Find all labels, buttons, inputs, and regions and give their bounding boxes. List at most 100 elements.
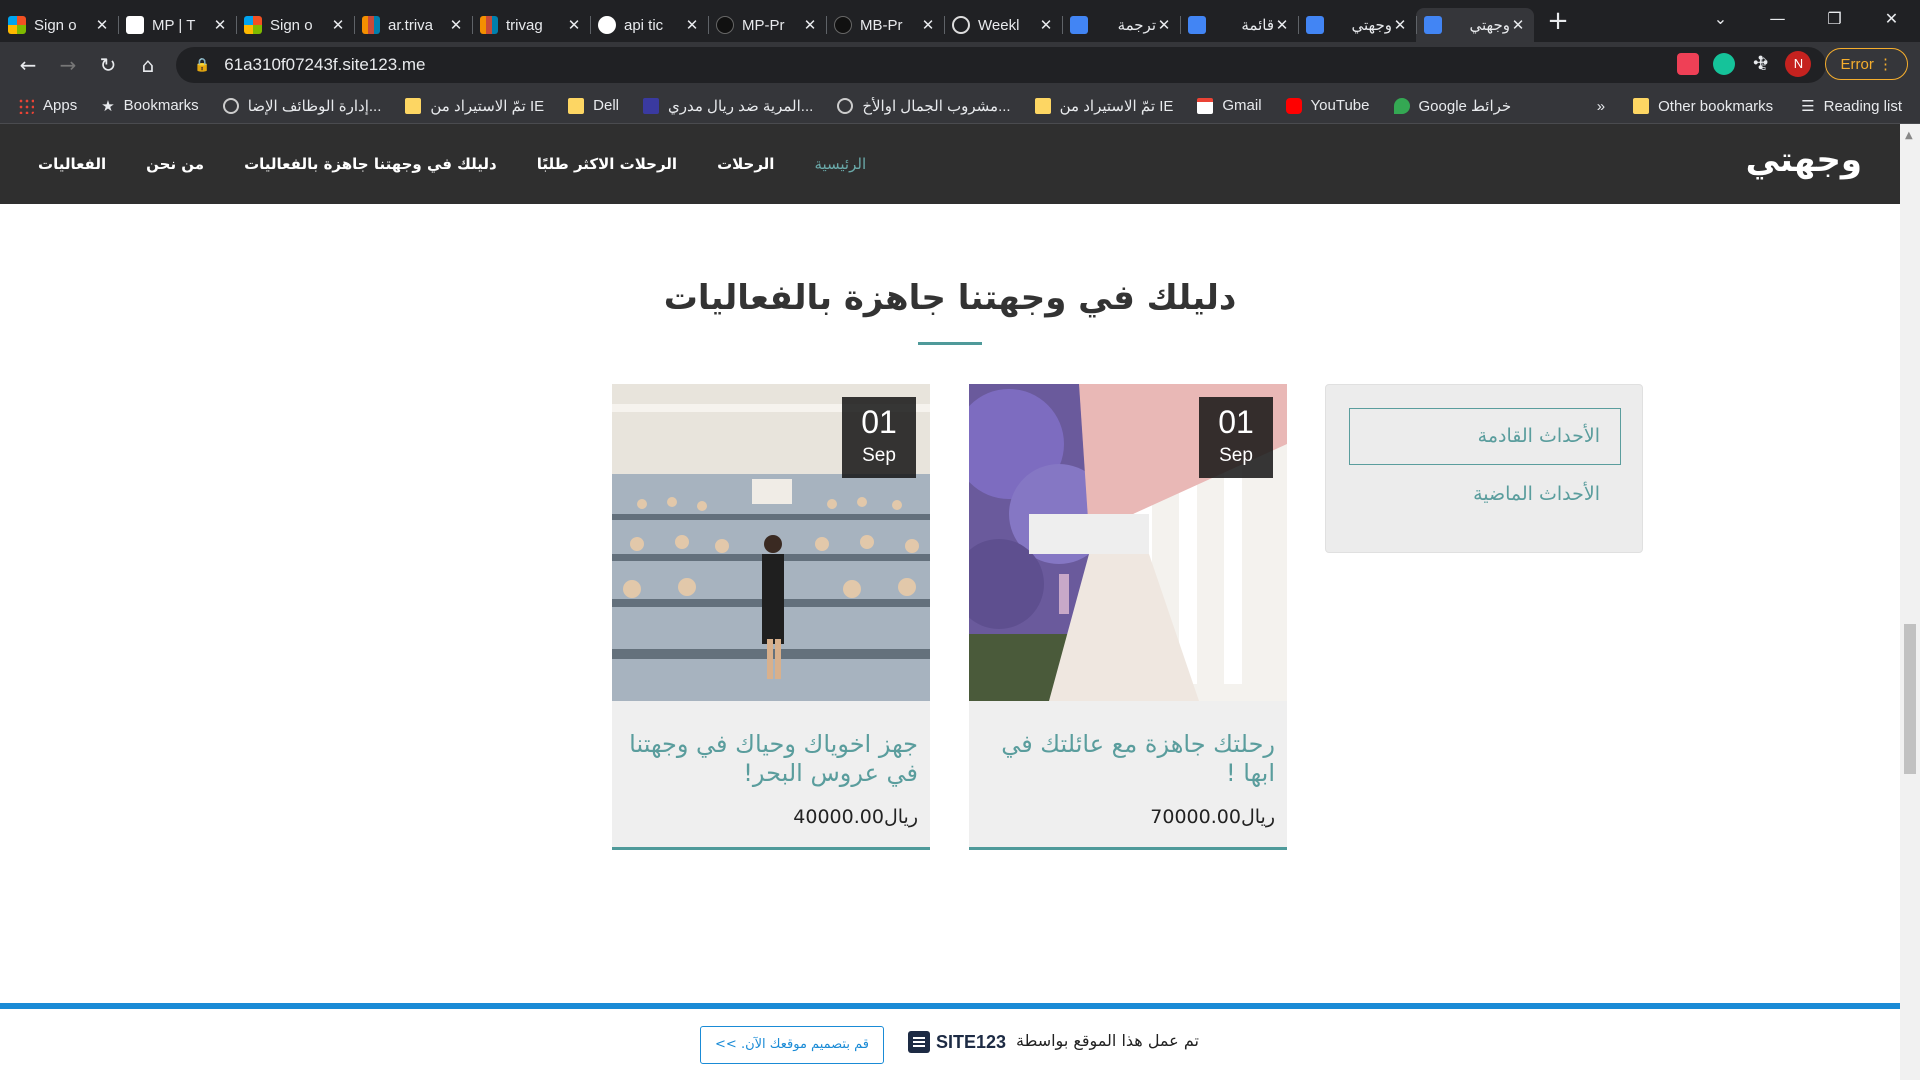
bookmark-bookmarks[interactable]: ★ Bookmarks — [101, 97, 198, 115]
bookmark-item[interactable]: المرية ضد ريال مدري... — [643, 97, 813, 115]
docs-icon — [1424, 16, 1442, 34]
error-button[interactable]: Error ⋮ — [1825, 48, 1908, 80]
tab-strip: Sign o ✕ MP | T ✕ Sign o ✕ ar.triva ✕ trivag… — [0, 0, 1920, 42]
close-tab-icon[interactable]: ✕ — [1038, 16, 1054, 34]
profile-avatar[interactable]: N — [1785, 51, 1812, 77]
scrollbar-thumb[interactable] — [1904, 624, 1916, 774]
browser-tab[interactable]: ترجمة ✕ — [1062, 8, 1180, 42]
browser-tab[interactable]: Sign o ✕ — [0, 8, 118, 42]
section-title: دليلك في وجهتنا جاهزة بالفعاليات — [663, 278, 1237, 318]
close-tab-icon[interactable]: ✕ — [94, 16, 110, 34]
close-tab-icon[interactable]: ✕ — [330, 16, 346, 34]
events-filter-box: الأحداث القادمة الأحداث الماضية — [1325, 384, 1643, 553]
bookmark-folder[interactable]: Dell — [568, 97, 619, 114]
close-tab-icon[interactable]: ✕ — [566, 16, 582, 34]
browser-tab[interactable]: MP-Pr ✕ — [708, 8, 826, 42]
back-arrow-icon[interactable]: ← — [8, 53, 48, 77]
nav-about[interactable]: من نحن — [146, 155, 204, 173]
extensions-puzzle-icon[interactable]: ✣ — [1749, 53, 1771, 75]
microsoft-icon — [8, 16, 26, 34]
apps-grid-icon — [18, 97, 34, 114]
new-tab-button[interactable]: + — [1538, 6, 1578, 36]
title-underline — [918, 342, 982, 345]
other-bookmarks[interactable]: Other bookmarks — [1633, 98, 1773, 115]
event-image-abha[interactable]: 01 Sep — [969, 384, 1287, 701]
error-label: Error — [1840, 56, 1874, 73]
site123-logo[interactable]: SITE123 — [908, 1031, 1006, 1053]
close-tab-icon[interactable]: ✕ — [920, 16, 936, 34]
nav-home[interactable]: الرئيسية — [814, 155, 866, 173]
translate-icon — [1070, 16, 1088, 34]
bookmark-maps[interactable]: Google خرائط — [1393, 97, 1511, 115]
scroll-up-arrow-icon[interactable]: ▲ — [1905, 130, 1913, 141]
event-day: 01 — [1218, 404, 1254, 440]
page-scrollbar[interactable]: ▲ — [1900, 124, 1920, 1080]
nav-events-guide[interactable]: دليلك في وجهتنا جاهزة بالفعاليات — [244, 155, 497, 173]
past-events-link[interactable]: الأحداث الماضية — [1473, 483, 1600, 505]
bookmark-item[interactable]: إدارة الوظائف الإضا... — [222, 97, 381, 115]
event-month: Sep — [862, 445, 896, 466]
browser-tab[interactable]: MB-Pr ✕ — [826, 8, 944, 42]
grammarly-extension-icon[interactable] — [1713, 53, 1736, 75]
close-tab-icon[interactable]: ✕ — [448, 16, 464, 34]
event-date-badge: 01 Sep — [1199, 397, 1273, 478]
bookmark-item[interactable]: مشروب الجمال اوالأخ... — [837, 97, 1011, 115]
address-bar[interactable]: 🔒 61a310f07243f.site123.me ⇩ ⇪ ☆ — [176, 47, 1826, 83]
site-header: وجهتي الرئيسية الرحلات الرحلات الاكثر طل… — [0, 124, 1900, 204]
browser-tab[interactable]: MP | T ✕ — [118, 8, 236, 42]
window-controls: ⌄ — ❐ ✕ — [1692, 0, 1920, 42]
browser-tab[interactable]: api tic ✕ — [590, 8, 708, 42]
lock-icon[interactable]: 🔒 — [194, 58, 210, 73]
star-icon: ★ — [101, 97, 115, 115]
url-text[interactable]: 61a310f07243f.site123.me — [224, 55, 425, 75]
bookmark-apps[interactable]: Apps — [18, 97, 77, 114]
bookmarks-overflow-chevron[interactable]: » — [1597, 98, 1605, 115]
gmail-icon — [1197, 97, 1214, 114]
nav-events[interactable]: الفعاليات — [38, 155, 106, 173]
tab-search-icon[interactable]: ⌄ — [1692, 0, 1749, 42]
footer-credit-text: تم عمل هذا الموقع بواسطة — [1016, 1031, 1199, 1050]
bookmark-gmail[interactable]: Gmail — [1197, 97, 1262, 114]
bookmark-youtube[interactable]: YouTube — [1285, 97, 1370, 114]
browser-tab-active[interactable]: وجهتي ✕ — [1416, 8, 1534, 42]
site123-footer-banner: تم عمل هذا الموقع بواسطة SITE123 قم بتصم… — [0, 1003, 1900, 1080]
event-card[interactable]: 01 Sep رحلتك جاهزة مع عائلتك في ابها ! ر… — [969, 384, 1287, 850]
upcoming-events-button[interactable]: الأحداث القادمة — [1349, 408, 1621, 465]
nav-trips[interactable]: الرحلات — [717, 155, 774, 173]
minimize-button[interactable]: — — [1749, 0, 1806, 42]
reading-list[interactable]: ☰ Reading list — [1801, 97, 1902, 116]
trivago-icon — [480, 16, 498, 34]
reload-icon[interactable]: ↻ — [88, 53, 128, 77]
restore-button[interactable]: ❐ — [1806, 0, 1863, 42]
event-image-jeddah[interactable]: 01 Sep — [612, 384, 930, 701]
google-icon — [598, 16, 616, 34]
site-nav: الرئيسية الرحلات الرحلات الاكثر طلبًا دل… — [38, 124, 866, 204]
home-icon[interactable]: ⌂ — [128, 53, 168, 77]
event-card[interactable]: 01 Sep جهز اخوياك وحياك في وجهتنا في عرو… — [612, 384, 930, 850]
browser-tab[interactable]: trivag ✕ — [472, 8, 590, 42]
bookmark-folder[interactable]: تمّ الاستيراد من IE — [405, 97, 544, 115]
close-window-button[interactable]: ✕ — [1863, 0, 1920, 42]
event-title[interactable]: جهز اخوياك وحياك في وجهتنا في عروس البحر… — [628, 730, 918, 788]
browser-tab[interactable]: Sign o ✕ — [236, 8, 354, 42]
event-title[interactable]: رحلتك جاهزة مع عائلتك في ابها ! — [985, 730, 1275, 788]
browser-tab[interactable]: وجهتي ✕ — [1298, 8, 1416, 42]
browser-tab[interactable]: Weekl ✕ — [944, 8, 1062, 42]
youtube-icon — [1285, 97, 1302, 114]
forward-arrow-icon[interactable]: → — [48, 53, 88, 77]
close-tab-icon[interactable]: ✕ — [1274, 16, 1290, 34]
browser-tab[interactable]: قائمة ✕ — [1180, 8, 1298, 42]
close-tab-icon[interactable]: ✕ — [802, 16, 818, 34]
close-tab-icon[interactable]: ✕ — [1156, 16, 1172, 34]
pocket-extension-icon[interactable] — [1677, 53, 1700, 75]
build-site-button[interactable]: قم بتصميم موقعك الآن. >> — [700, 1026, 884, 1064]
browser-tab[interactable]: ar.triva ✕ — [354, 8, 472, 42]
site-logo[interactable]: وجهتي — [1746, 140, 1862, 180]
bookmark-folder[interactable]: تمّ الاستيراد من IE — [1034, 97, 1173, 115]
close-tab-icon[interactable]: ✕ — [1392, 16, 1408, 34]
event-day: 01 — [861, 404, 897, 440]
close-tab-icon[interactable]: ✕ — [1510, 16, 1526, 34]
close-tab-icon[interactable]: ✕ — [212, 16, 228, 34]
nav-popular-trips[interactable]: الرحلات الاكثر طلبًا — [537, 155, 677, 173]
close-tab-icon[interactable]: ✕ — [684, 16, 700, 34]
